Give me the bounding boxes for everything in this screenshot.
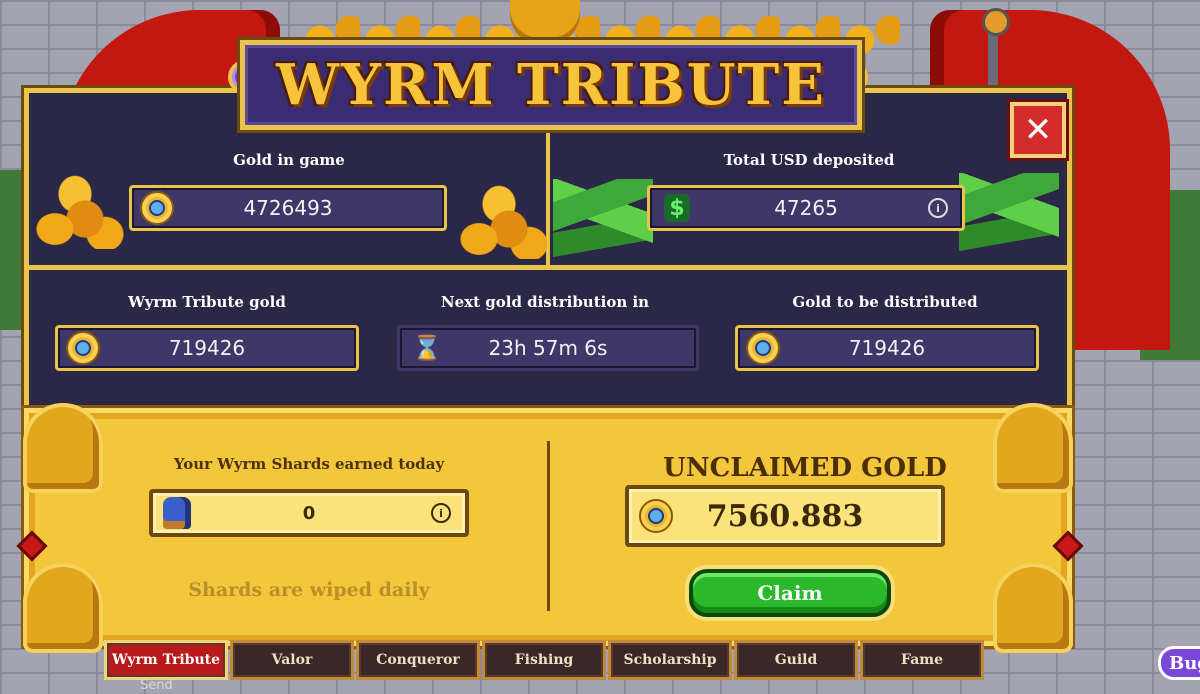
claim-button[interactable]: Claim xyxy=(689,569,891,617)
unclaimed-gold-value: 7560.883 xyxy=(706,498,864,534)
total-usd-field: $ 47265 i xyxy=(647,185,965,231)
wyrm-tribute-stats-panel: Gold in game 4726493 Total USD deposited… xyxy=(24,88,1072,424)
rewards-panel: Your Wyrm Shards earned today 0 i Shards… xyxy=(16,403,1084,653)
total-usd-label: Total USD deposited xyxy=(723,151,895,169)
info-icon[interactable]: i xyxy=(928,198,948,218)
hourglass-icon: ⌛ xyxy=(412,334,442,362)
coin-icon xyxy=(140,191,174,225)
page-title: WYRM TRIBUTE xyxy=(276,52,826,118)
dragon-statue-decoration xyxy=(23,403,103,493)
background-grass xyxy=(0,170,24,330)
total-usd-value: 47265 xyxy=(774,196,838,220)
tab-fishing[interactable]: Fishing xyxy=(482,640,606,680)
tab-valor[interactable]: Valor xyxy=(230,640,354,680)
dragon-statue-decoration xyxy=(23,563,103,653)
coin-icon xyxy=(639,499,673,533)
tab-guild[interactable]: Guild xyxy=(734,640,858,680)
lamp-head xyxy=(982,8,1010,36)
gold-to-distribute-field: 719426 xyxy=(735,325,1039,371)
coin-icon xyxy=(66,331,100,365)
gold-in-game-field: 4726493 xyxy=(129,185,447,231)
unclaimed-gold-title: UNCLAIMED GOLD xyxy=(663,453,947,483)
close-icon: ✕ xyxy=(1023,110,1053,150)
wyrm-tribute-gold-field: 719426 xyxy=(55,325,359,371)
wyrm-shard-icon xyxy=(163,497,191,529)
chat-send-label[interactable]: Send xyxy=(140,678,173,693)
dollar-icon: $ xyxy=(664,194,690,222)
title-plate: WYRM TRIBUTE xyxy=(240,40,862,130)
close-button[interactable]: ✕ xyxy=(1010,102,1066,158)
gold-coins-decoration xyxy=(35,169,125,249)
unclaimed-gold-field: 7560.883 xyxy=(625,485,945,547)
wyrm-tribute-gold-value: 719426 xyxy=(168,336,246,360)
shards-value: 0 xyxy=(302,502,316,524)
gold-coins-decoration xyxy=(459,179,549,259)
tab-fame[interactable]: Fame xyxy=(860,640,984,680)
tab-wyrm-tribute[interactable]: Wyrm Tribute xyxy=(104,640,228,680)
dragon-statue-decoration xyxy=(993,563,1073,653)
info-icon[interactable]: i xyxy=(431,503,451,523)
coin-icon xyxy=(746,331,780,365)
next-distribution-field: ⌛ 23h 57m 6s xyxy=(397,325,699,371)
shards-label: Your Wyrm Shards earned today xyxy=(173,455,445,473)
gold-to-distribute-label: Gold to be distributed xyxy=(792,293,978,311)
cash-stack-decoration xyxy=(959,173,1059,253)
dragon-statue-decoration xyxy=(993,403,1073,493)
shards-wiped-note: Shards are wiped daily xyxy=(188,579,430,601)
tab-scholarship[interactable]: Scholarship xyxy=(608,640,732,680)
shards-field: 0 i xyxy=(149,489,469,537)
next-distribution-value: 23h 57m 6s xyxy=(488,336,608,360)
rewards-divider xyxy=(547,441,550,611)
next-distribution-label: Next gold distribution in xyxy=(440,293,650,311)
gold-in-game-label: Gold in game xyxy=(233,151,345,169)
bug-report-button[interactable]: Bug xyxy=(1158,646,1200,680)
panel-divider xyxy=(29,265,1067,270)
gold-to-distribute-value: 719426 xyxy=(848,336,926,360)
wyrm-tribute-gold-label: Wyrm Tribute gold xyxy=(128,293,286,311)
gold-in-game-value: 4726493 xyxy=(243,196,333,220)
cash-stack-decoration xyxy=(553,179,653,259)
tab-conqueror[interactable]: Conqueror xyxy=(356,640,480,680)
